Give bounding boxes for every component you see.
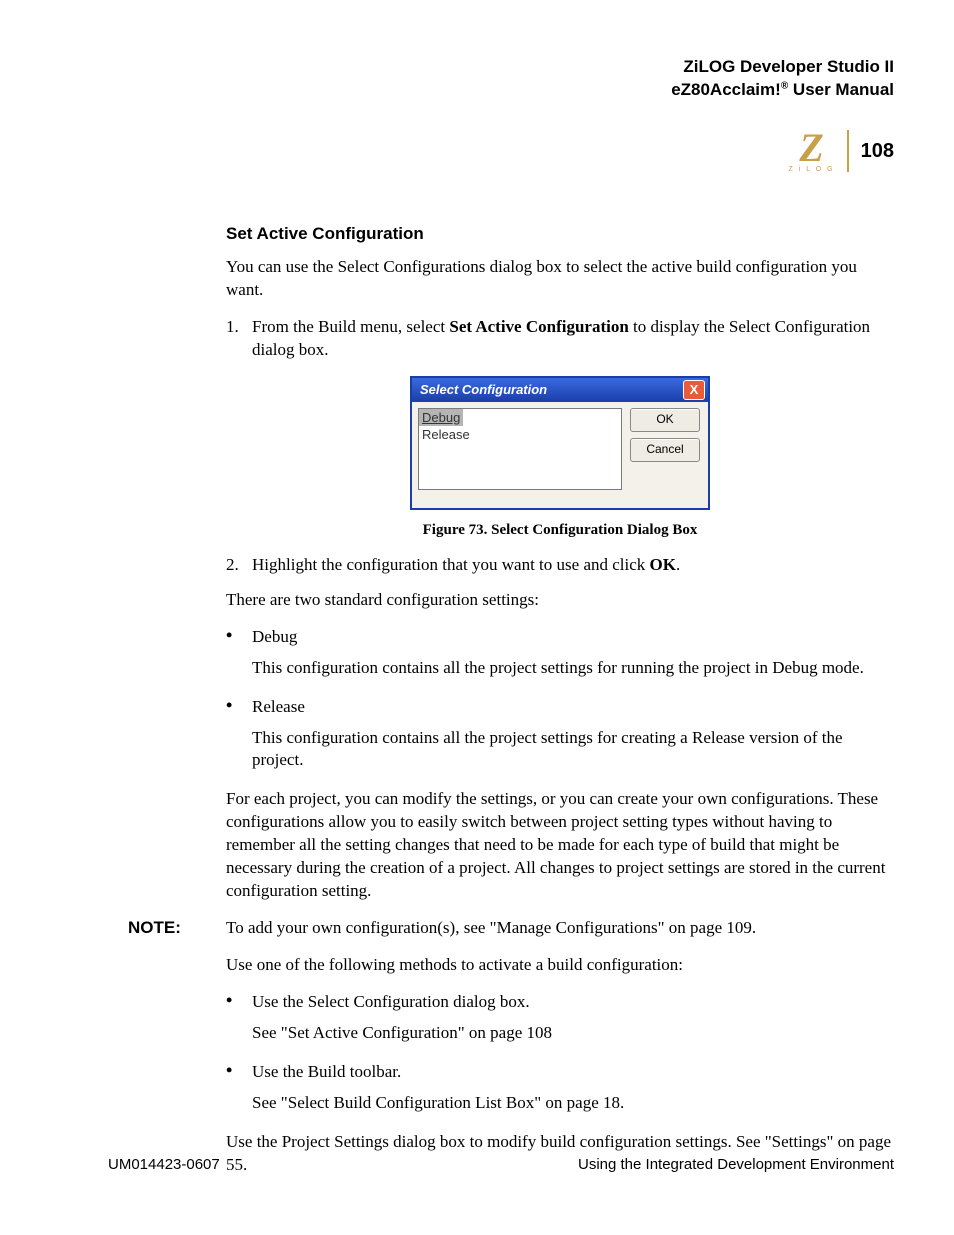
- bullet-see: See "Select Build Configuration List Box…: [252, 1092, 894, 1115]
- logo-row: Z Z i L O G 108: [108, 130, 894, 173]
- logo-z-icon: Z: [799, 130, 823, 166]
- ok-button[interactable]: OK: [630, 408, 700, 432]
- main-content: Set Active Configuration You can use the…: [226, 223, 894, 1177]
- step-number: 2.: [226, 554, 252, 577]
- page-header: ZiLOG Developer Studio II eZ80Acclaim!® …: [108, 56, 894, 102]
- bullet-icon: •: [226, 991, 252, 1055]
- cancel-button[interactable]: Cancel: [630, 438, 700, 462]
- button-column: OK Cancel: [630, 408, 700, 490]
- bullet-icon: •: [226, 626, 252, 690]
- bullet-release: • Release This configuration contains al…: [226, 696, 894, 783]
- bullet-label: Release: [252, 696, 894, 719]
- note-label: NOTE:: [128, 917, 192, 940]
- bullet-label: Use the Build toolbar.: [252, 1061, 894, 1084]
- bullet-label: Debug: [252, 626, 894, 649]
- page-footer: UM014423-0607 Using the Integrated Devel…: [108, 1156, 894, 1173]
- intro-paragraph: You can use the Select Configurations di…: [226, 256, 894, 302]
- step-2: 2. Highlight the configuration that you …: [226, 554, 894, 577]
- step-text: From the Build menu, select Set Active C…: [252, 316, 894, 362]
- modify-paragraph: For each project, you can modify the set…: [226, 788, 894, 903]
- footer-left: UM014423-0607: [108, 1156, 220, 1173]
- document-page: ZiLOG Developer Studio II eZ80Acclaim!® …: [0, 0, 954, 1235]
- methods-intro: Use one of the following methods to acti…: [226, 954, 894, 977]
- step-text: Highlight the configuration that you wan…: [252, 554, 680, 577]
- footer-right: Using the Integrated Development Environ…: [578, 1156, 894, 1173]
- bullet-icon: •: [226, 1061, 252, 1125]
- figure-caption: Figure 73. Select Configuration Dialog B…: [226, 520, 894, 540]
- zilog-logo: Z Z i L O G: [788, 130, 834, 173]
- header-title-2: eZ80Acclaim!® User Manual: [108, 79, 894, 102]
- close-icon[interactable]: X: [683, 380, 705, 400]
- dialog-titlebar: Select Configuration X: [412, 378, 708, 402]
- bullet-icon: •: [226, 696, 252, 783]
- config-listbox[interactable]: Debug Release: [418, 408, 622, 490]
- logo-text: Z i L O G: [788, 166, 834, 173]
- page-number: 108: [861, 140, 894, 163]
- note: NOTE: To add your own configuration(s), …: [226, 917, 894, 940]
- header-title-1: ZiLOG Developer Studio II: [108, 56, 894, 79]
- bullet-desc: This configuration contains all the proj…: [252, 657, 894, 680]
- bullet-desc: This configuration contains all the proj…: [252, 727, 894, 773]
- bullet-method-1: • Use the Select Configuration dialog bo…: [226, 991, 894, 1055]
- bullet-see: See "Set Active Configuration" on page 1…: [252, 1022, 894, 1045]
- step-1: 1. From the Build menu, select Set Activ…: [226, 316, 894, 362]
- section-heading: Set Active Configuration: [226, 223, 894, 246]
- bullet-debug: • Debug This configuration contains all …: [226, 626, 894, 690]
- list-item[interactable]: Debug: [419, 409, 463, 427]
- vertical-divider: [847, 130, 849, 172]
- bullet-label: Use the Select Configuration dialog box.: [252, 991, 894, 1014]
- dialog-figure: Select Configuration X Debug Release OK …: [226, 376, 894, 510]
- select-configuration-dialog: Select Configuration X Debug Release OK …: [410, 376, 710, 510]
- note-text: To add your own configuration(s), see "M…: [226, 917, 756, 940]
- two-standard-intro: There are two standard configuration set…: [226, 589, 894, 612]
- step-number: 1.: [226, 316, 252, 362]
- list-item[interactable]: Release: [419, 427, 473, 442]
- dialog-title: Select Configuration: [420, 381, 547, 399]
- dialog-body: Debug Release OK Cancel: [412, 402, 708, 508]
- bullet-method-2: • Use the Build toolbar. See "Select Bui…: [226, 1061, 894, 1125]
